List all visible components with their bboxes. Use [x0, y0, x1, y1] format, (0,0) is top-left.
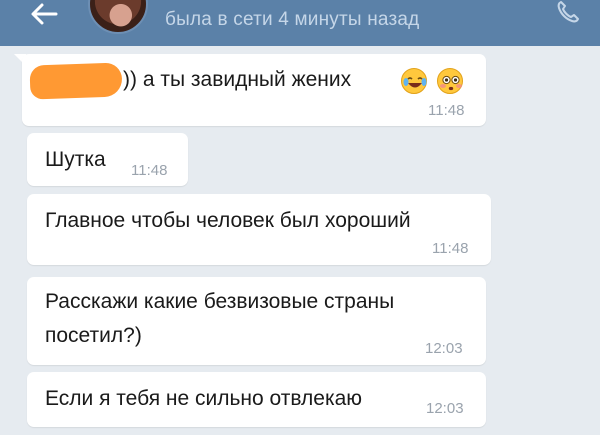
redacted-name-mark [29, 62, 123, 100]
message-time: 11:48 [131, 162, 168, 179]
chat-header: была в сети 4 минуты назад [0, 0, 600, 46]
message-text: )) а ты завидный жених [123, 68, 352, 91]
message-time: 11:48 [432, 240, 469, 257]
back-button[interactable] [22, 0, 66, 34]
message-text-line-2: посетил?) [45, 324, 142, 347]
laughing-crying-emoji [401, 68, 427, 94]
message-text: Главное чтобы человек был хороший [45, 209, 411, 232]
message-time: 11:48 [428, 102, 465, 119]
message-text-line-1: Расскажи какие безвизовые страны [45, 290, 395, 313]
message-text: Шутка [45, 148, 106, 171]
contact-avatar[interactable] [88, 0, 148, 34]
message-time: 12:03 [426, 400, 464, 417]
call-button[interactable] [548, 0, 588, 30]
flushed-emoji [437, 68, 463, 94]
last-seen-status: была в сети 4 минуты назад [165, 9, 420, 30]
message-text: Если я тебя не сильно отвлекаю [45, 387, 363, 410]
chat-screen: была в сети 4 минуты назад )) а ты завид… [0, 0, 600, 435]
phone-icon [557, 1, 579, 23]
arrow-left-icon [31, 3, 58, 25]
message-time: 12:03 [425, 340, 463, 357]
